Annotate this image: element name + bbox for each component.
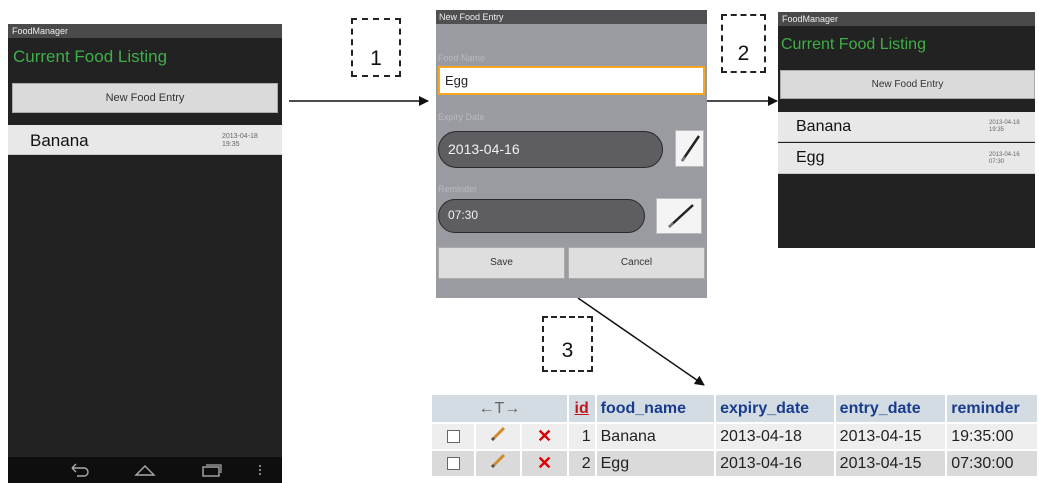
cell-reminder: 19:35:00	[947, 424, 1037, 449]
row-checkbox[interactable]	[432, 424, 475, 449]
database-table: ←T→ id food_name expiry_date entry_date …	[430, 393, 1039, 478]
new-food-entry-button[interactable]: New Food Entry	[780, 70, 1035, 99]
food-datetime: 2013-04-18 19:35	[989, 120, 1020, 133]
listing-heading: Current Food Listing	[781, 36, 926, 53]
step-marker-3: 3	[542, 316, 593, 372]
phone-screen-updated: FoodManager Current Food Listing New Foo…	[778, 12, 1035, 248]
food-name-label: Food Name	[438, 53, 486, 63]
food-name: Egg	[796, 149, 825, 166]
reminder-field[interactable]: 07:30	[438, 199, 645, 233]
column-header-id[interactable]: id	[568, 395, 595, 422]
cell-id: 2	[568, 451, 595, 476]
expiry-pen-button[interactable]	[675, 130, 704, 167]
cell-id: 1	[568, 424, 595, 449]
cell-expiry-date: 2013-04-18	[716, 424, 834, 449]
cell-food-name: Banana	[596, 424, 715, 449]
row-actions-header: ←T→	[432, 395, 567, 422]
cell-entry-date: 2013-04-15	[835, 451, 946, 476]
app-title-bar: FoodManager	[778, 12, 1035, 26]
food-datetime: 2013-04-16 07:30	[989, 152, 1020, 165]
column-header-entry-date[interactable]: entry_date	[835, 395, 946, 422]
column-header-expiry-date[interactable]: expiry_date	[716, 395, 834, 422]
column-header-food-name[interactable]: food_name	[596, 395, 715, 422]
expiry-date-field[interactable]: 2013-04-16	[438, 131, 663, 168]
delete-icon[interactable]: ✕	[522, 424, 567, 449]
edit-icon[interactable]	[476, 424, 521, 449]
cell-reminder: 07:30:00	[947, 451, 1037, 476]
pen-icon	[680, 135, 701, 162]
pen-icon	[668, 204, 694, 228]
cell-expiry-date: 2013-04-16	[716, 451, 834, 476]
column-header-reminder[interactable]: reminder	[947, 395, 1037, 422]
food-name: Banana	[796, 118, 852, 135]
edit-icon[interactable]	[476, 451, 521, 476]
step-marker-1: 1	[351, 18, 401, 77]
list-item[interactable]: Egg 2013-04-16 07:30	[778, 143, 1035, 174]
table-row: ✕ 2 Egg 2013-04-16 2013-04-15 07:30:00	[432, 451, 1037, 476]
cell-entry-date: 2013-04-15	[835, 424, 946, 449]
reminder-pen-button[interactable]	[656, 198, 702, 234]
row-checkbox[interactable]	[432, 451, 475, 476]
food-name-input[interactable]: Egg	[438, 66, 705, 95]
expiry-date-label: Expiry Date	[438, 112, 485, 122]
table-row: ✕ 1 Banana 2013-04-18 2013-04-15 19:35:0…	[432, 424, 1037, 449]
save-button[interactable]: Save	[438, 247, 565, 279]
cancel-button[interactable]: Cancel	[568, 247, 705, 279]
list-item[interactable]: Banana 2013-04-18 19:35	[778, 112, 1035, 142]
delete-icon[interactable]: ✕	[522, 451, 567, 476]
cell-food-name: Egg	[596, 451, 715, 476]
step-marker-2: 2	[721, 14, 766, 73]
reminder-label: Reminder	[438, 184, 478, 194]
dialog-title: New Food Entry	[436, 10, 707, 24]
new-food-entry-dialog: New Food Entry Food Name Egg Expiry Date…	[436, 10, 707, 298]
arrow-to-database	[577, 297, 705, 386]
